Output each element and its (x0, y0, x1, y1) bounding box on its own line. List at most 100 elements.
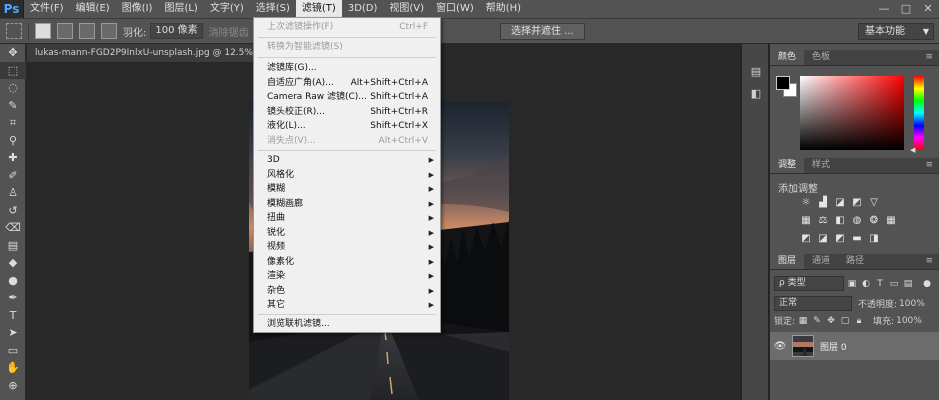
menu-help[interactable]: 帮助(H) (480, 0, 527, 18)
layer-row[interactable]: 👁︎ 图层 0 (770, 332, 939, 360)
gradient-map-icon[interactable]: ▬ (849, 232, 865, 246)
clone-stamp-tool-icon[interactable]: ♙ (0, 184, 26, 202)
menu-item-blur-gallery[interactable]: 模糊画廊 ▶ (254, 197, 440, 212)
vibrance-icon[interactable]: ▽ (866, 196, 882, 210)
tab-paths[interactable]: 路径 (838, 254, 872, 269)
channel-mixer-icon[interactable]: ❂ (866, 214, 882, 228)
color-balance-icon[interactable]: ⚖ (815, 214, 831, 228)
black-white-icon[interactable]: ◧ (832, 214, 848, 228)
marquee-tool-preset-icon[interactable] (6, 23, 22, 39)
menu-item-liquify[interactable]: 液化(L)... Shift+Ctrl+X (254, 119, 440, 134)
minimize-button[interactable]: — (873, 0, 895, 18)
type-tool-icon[interactable]: T (0, 307, 26, 325)
filter-toggle-icon[interactable]: ● (921, 278, 933, 290)
rectangular-marquee-tool-icon[interactable]: ⬚ (0, 61, 26, 79)
menu-item-render[interactable]: 渲染 ▶ (254, 269, 440, 284)
menu-item-distort[interactable]: 扭曲 ▶ (254, 211, 440, 226)
blend-mode-dropdown[interactable]: 正常 (774, 296, 852, 311)
posterize-icon[interactable]: ◪ (815, 232, 831, 246)
tab-channels[interactable]: 通道 (804, 254, 838, 269)
menu-window[interactable]: 窗口(W) (430, 0, 480, 18)
hue-saturation-icon[interactable]: ▦ (798, 214, 814, 228)
levels-icon[interactable]: ▟ (815, 196, 831, 210)
history-brush-tool-icon[interactable]: ↺ (0, 202, 26, 220)
menu-item-last-filter[interactable]: 上次滤镜操作(F) Ctrl+F (254, 20, 440, 35)
photo-filter-icon[interactable]: ◍ (849, 214, 865, 228)
panel-menu-icon[interactable]: ≡ (925, 158, 933, 173)
healing-brush-tool-icon[interactable]: ✚ (0, 149, 26, 167)
selective-color-icon[interactable]: ◨ (866, 232, 882, 246)
intersect-selection-icon[interactable] (101, 23, 117, 39)
menu-item-blur[interactable]: 模糊 ▶ (254, 182, 440, 197)
move-tool-icon[interactable]: ✥ (0, 44, 26, 62)
menu-3d[interactable]: 3D(D) (342, 0, 384, 18)
menu-item-vanishing-point[interactable]: 消失点(V)... Alt+Ctrl+V (254, 134, 440, 149)
path-selection-tool-icon[interactable]: ➤ (0, 324, 26, 342)
brightness-icon[interactable]: ☼ (798, 196, 814, 210)
foreground-color-swatch[interactable] (776, 76, 790, 90)
saturation-value-picker[interactable] (800, 76, 904, 150)
curves-icon[interactable]: ◪ (832, 196, 848, 210)
menu-item-pixelate[interactable]: 像素化 ▶ (254, 255, 440, 270)
menu-edit[interactable]: 编辑(E) (70, 0, 116, 18)
lasso-tool-icon[interactable]: ◌ (0, 79, 26, 97)
maximize-button[interactable]: □ (895, 0, 917, 18)
tab-swatches[interactable]: 色板 (804, 50, 838, 65)
layer-filter-kind-dropdown[interactable]: ρ 类型 (774, 276, 844, 291)
lock-all-icon[interactable]: 🔒︎ (853, 315, 865, 327)
add-to-selection-icon[interactable] (57, 23, 73, 39)
lock-artboard-icon[interactable]: ▢ (839, 315, 851, 327)
select-and-mask-button[interactable]: 选择并遮住 ... (500, 23, 585, 40)
menu-item-filter-gallery[interactable]: 滤镜库(G)... (254, 61, 440, 76)
menu-filter[interactable]: 滤镜(T) (295, 0, 342, 18)
menu-type[interactable]: 文字(Y) (204, 0, 250, 18)
menu-layer[interactable]: 图层(L) (158, 0, 203, 18)
threshold-icon[interactable]: ◩ (832, 232, 848, 246)
menu-item-camera-raw-filter[interactable]: Camera Raw 滤镜(C)... Shift+Ctrl+A (254, 90, 440, 105)
fill-value[interactable]: 100% (896, 316, 922, 326)
filter-type-icon[interactable]: T (874, 278, 886, 290)
menu-item-sharpen[interactable]: 锐化 ▶ (254, 226, 440, 241)
properties-panel-icon[interactable]: ◧ (742, 82, 770, 104)
gradient-tool-icon[interactable]: ▤ (0, 237, 26, 255)
filter-shape-icon[interactable]: ▭ (888, 278, 900, 290)
panel-menu-icon[interactable]: ≡ (925, 50, 933, 65)
new-selection-icon[interactable] (35, 23, 51, 39)
filter-smart-object-icon[interactable]: ▤ (902, 278, 914, 290)
menu-file[interactable]: 文件(F) (24, 0, 70, 18)
menu-item-3d[interactable]: 3D ▶ (254, 153, 440, 168)
menu-item-convert-smart-filter[interactable]: 转换为智能滤镜(S) (254, 40, 440, 55)
menu-select[interactable]: 选择(S) (250, 0, 296, 18)
rectangle-tool-icon[interactable]: ▭ (0, 342, 26, 360)
tab-color[interactable]: 颜色 (770, 50, 805, 65)
lock-image-icon[interactable]: ✎ (811, 315, 823, 327)
menu-item-adaptive-wide-angle[interactable]: 自适应广角(A)... Alt+Shift+Ctrl+A (254, 76, 440, 91)
history-panel-icon[interactable]: ▤ (742, 60, 770, 82)
color-lookup-icon[interactable]: ▦ (883, 214, 899, 228)
antialias-label[interactable]: 消除锯齿 (209, 24, 249, 39)
menu-item-stylize[interactable]: 风格化 ▶ (254, 168, 440, 183)
close-button[interactable]: ✕ (917, 0, 939, 18)
opacity-value[interactable]: 100% (899, 299, 925, 309)
quick-selection-tool-icon[interactable]: ✎ (0, 97, 26, 115)
workspace-dropdown[interactable]: 基本功能 ▼ (858, 23, 934, 40)
tab-styles[interactable]: 样式 (804, 158, 838, 173)
eraser-tool-icon[interactable]: ⌫ (0, 219, 26, 237)
menu-item-noise[interactable]: 杂色 ▶ (254, 284, 440, 299)
feather-input[interactable]: 100 像素 (150, 23, 203, 39)
menu-image[interactable]: 图像(I) (116, 0, 159, 18)
hue-slider-handle-icon[interactable]: ◀ (910, 146, 915, 154)
subtract-from-selection-icon[interactable] (79, 23, 95, 39)
blur-tool-icon[interactable]: ◆ (0, 254, 26, 272)
menu-item-other[interactable]: 其它 ▶ (254, 298, 440, 313)
brush-tool-icon[interactable]: ✐ (0, 167, 26, 185)
lock-transparent-icon[interactable]: ▦ (797, 315, 809, 327)
crop-tool-icon[interactable]: ⌗ (0, 114, 26, 132)
panel-menu-icon[interactable]: ≡ (925, 254, 933, 269)
menu-item-lens-correction[interactable]: 镜头校正(R)... Shift+Ctrl+R (254, 105, 440, 120)
menu-view[interactable]: 视图(V) (383, 0, 430, 18)
eyedropper-tool-icon[interactable]: ⚲ (0, 132, 26, 150)
tab-adjustments[interactable]: 调整 (770, 158, 805, 173)
dodge-tool-icon[interactable]: ● (0, 272, 26, 290)
tab-layers[interactable]: 图层 (770, 254, 805, 269)
